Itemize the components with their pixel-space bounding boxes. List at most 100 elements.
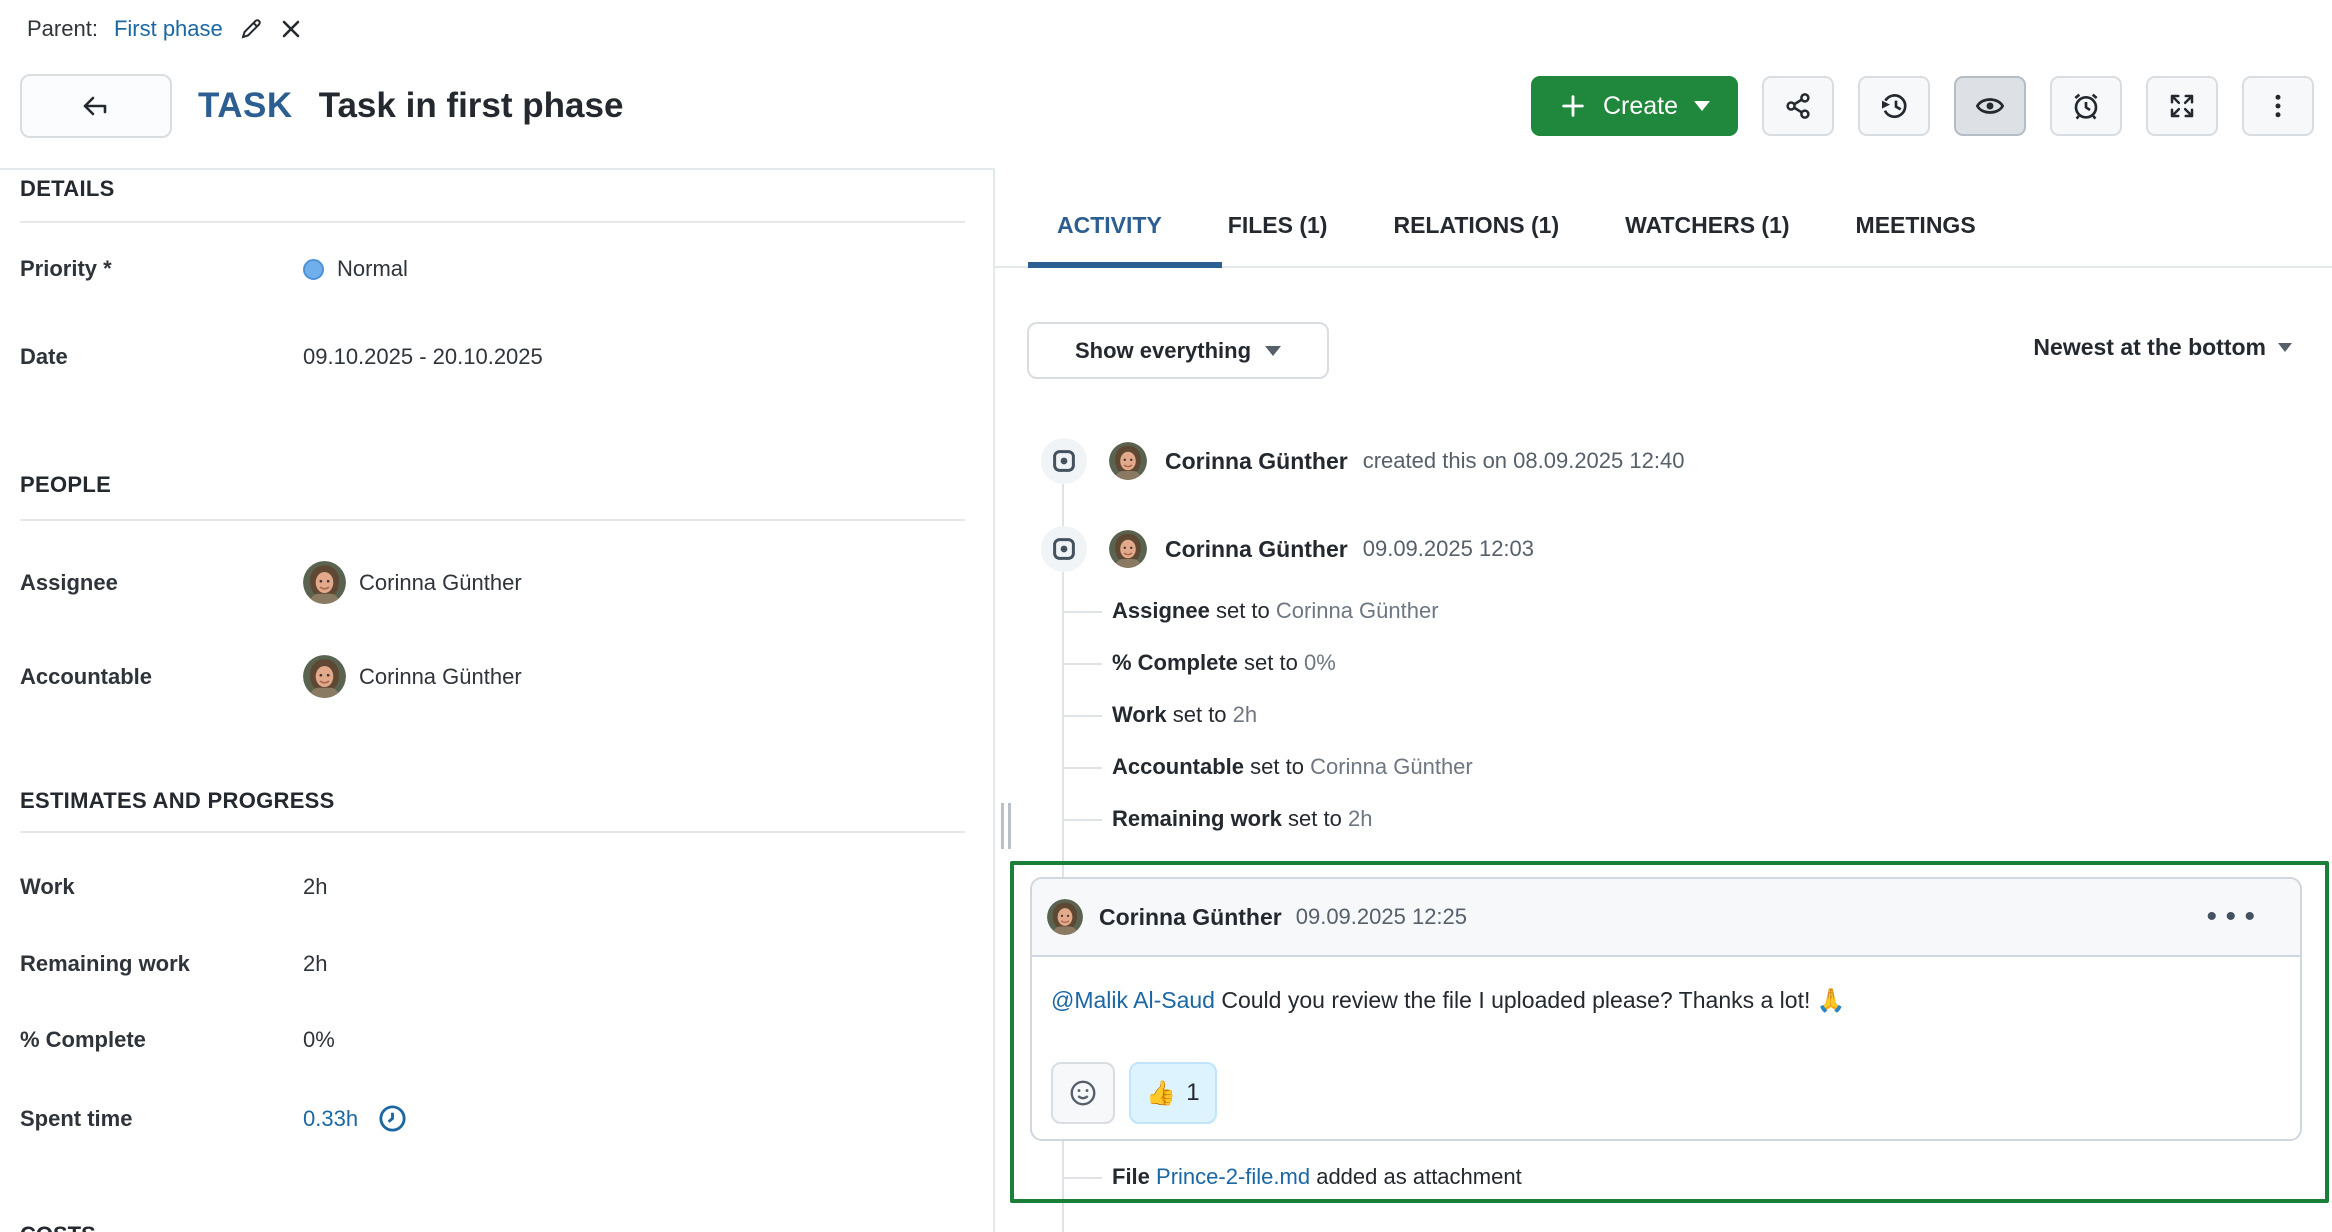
comment-timestamp: 09.09.2025 12:25 — [1296, 904, 1467, 930]
percent-complete-value[interactable]: 0% — [303, 1027, 335, 1053]
left-panel-top-border — [0, 168, 993, 170]
tab-meetings[interactable]: MEETINGS — [1856, 203, 1976, 247]
timeline-tick — [1062, 663, 1102, 665]
attachment-file-link[interactable]: Prince-2-file.md — [1156, 1164, 1310, 1189]
date-label: Date — [20, 344, 303, 370]
activity-author: Corinna Günther — [1165, 536, 1348, 563]
remaining-work-label: Remaining work — [20, 951, 303, 977]
work-value[interactable]: 2h — [303, 874, 327, 900]
baseline-comparison-button[interactable] — [1858, 76, 1930, 136]
accountable-value[interactable]: Corinna Günther — [303, 655, 522, 698]
section-title-costs: COSTS — [20, 1222, 96, 1232]
divider — [20, 831, 965, 833]
remove-parent-button[interactable] — [279, 17, 303, 41]
avatar — [303, 655, 346, 698]
section-title-estimates: ESTIMATES AND PROGRESS — [20, 788, 335, 814]
panel-divider — [993, 168, 995, 1232]
more-actions-button[interactable] — [2242, 76, 2314, 136]
work-package-page: Parent: First phase — [0, 0, 2332, 1232]
work-row: Work 2h — [20, 874, 327, 900]
edit-parent-button[interactable] — [239, 17, 263, 41]
spent-time-link[interactable]: 0.33h — [303, 1106, 358, 1132]
priority-label: Priority * — [20, 256, 303, 282]
pencil-icon — [239, 17, 263, 41]
alarm-clock-icon — [2070, 90, 2102, 122]
activity-entry-update: Corinna Günther 09.09.2025 12:03 — [1041, 526, 1534, 572]
comment-text: Could you review the file I uploaded ple… — [1221, 987, 1845, 1013]
work-label: Work — [20, 874, 303, 900]
accountable-row: Accountable Corinna Günther — [20, 655, 522, 698]
chevron-down-icon — [1265, 346, 1281, 356]
change-item: Work set to 2h — [1112, 702, 1257, 728]
assignee-value[interactable]: Corinna Günther — [303, 561, 522, 604]
change-item: Assignee set to Corinna Günther — [1112, 598, 1439, 624]
work-package-header: TASK Task in first phase Create — [20, 75, 2314, 137]
add-reaction-button[interactable] — [1051, 1062, 1115, 1124]
comment-body: @Malik Al-Saud Could you review the file… — [1032, 957, 2300, 1014]
activity-sort-dropdown[interactable]: Newest at the bottom — [2033, 334, 2292, 361]
assignee-row: Assignee Corinna Günther — [20, 561, 522, 604]
activity-filter-dropdown[interactable]: Show everything — [1027, 322, 1329, 379]
spent-time-label: Spent time — [20, 1106, 303, 1132]
comment-more-button[interactable]: • • • — [2200, 901, 2264, 933]
eye-icon — [1974, 90, 2006, 122]
reminder-button[interactable] — [2050, 76, 2122, 136]
history-clock-icon — [1878, 90, 1910, 122]
fullscreen-button[interactable] — [2146, 76, 2218, 136]
change-item: Accountable set to Corinna Günther — [1112, 754, 1473, 780]
watch-button[interactable] — [1954, 76, 2026, 136]
date-value[interactable]: 09.10.2025 - 20.10.2025 — [303, 344, 543, 370]
activity-meta: created this on 08.09.2025 12:40 — [1363, 448, 1685, 474]
avatar — [1047, 899, 1083, 935]
chevron-down-icon — [1694, 101, 1710, 111]
thumbs-up-emoji: 👍 — [1146, 1079, 1176, 1108]
remaining-work-value[interactable]: 2h — [303, 951, 327, 977]
thumbs-up-reaction-button[interactable]: 👍 1 — [1129, 1062, 1217, 1124]
chevron-down-icon — [2278, 343, 2292, 352]
change-item: Remaining work set to 2h — [1112, 806, 1372, 832]
tab-watchers[interactable]: WATCHERS (1) — [1625, 203, 1789, 247]
panel-resize-handle[interactable] — [1001, 803, 1011, 849]
change-marker-icon — [1041, 526, 1087, 572]
section-title-people: PEOPLE — [20, 472, 111, 498]
percent-complete-label: % Complete — [20, 1027, 303, 1053]
priority-dot-icon — [303, 259, 324, 280]
share-button[interactable] — [1762, 76, 1834, 136]
reaction-count: 1 — [1186, 1079, 1199, 1107]
timeline-tick — [1062, 715, 1102, 717]
tab-activity[interactable]: ACTIVITY — [1057, 203, 1162, 247]
user-mention-link[interactable]: @Malik Al-Saud — [1051, 987, 1215, 1013]
create-button[interactable]: Create — [1531, 76, 1738, 136]
timeline-tick — [1062, 819, 1102, 821]
fullscreen-icon — [2167, 91, 2197, 121]
parent-link[interactable]: First phase — [114, 16, 223, 42]
breadcrumb: Parent: First phase — [27, 16, 303, 42]
comment-card: Corinna Günther 09.09.2025 12:25 • • • @… — [1030, 877, 2302, 1141]
back-button[interactable] — [20, 74, 172, 138]
share-icon — [1783, 91, 1813, 121]
priority-value[interactable]: Normal — [303, 256, 408, 282]
change-marker-icon — [1041, 438, 1087, 484]
tab-files[interactable]: FILES (1) — [1228, 203, 1328, 247]
detail-tabs: ACTIVITY FILES (1) RELATIONS (1) WATCHER… — [1057, 203, 1976, 247]
work-package-type: TASK — [198, 86, 293, 126]
timeline-tick — [1062, 611, 1102, 613]
log-time-clock-icon[interactable] — [377, 1103, 408, 1134]
plus-icon — [1559, 92, 1587, 120]
activity-entry-created: Corinna Günther created this on 08.09.20… — [1041, 438, 1684, 484]
avatar — [1109, 442, 1147, 480]
activity-author: Corinna Günther — [1165, 448, 1348, 475]
tab-relations[interactable]: RELATIONS (1) — [1393, 203, 1559, 247]
activity-meta: 09.09.2025 12:03 — [1363, 536, 1534, 562]
divider — [20, 221, 965, 223]
page-title: Task in first phase — [319, 86, 624, 126]
timeline-tick — [1062, 767, 1102, 769]
accountable-label: Accountable — [20, 664, 303, 690]
date-row: Date 09.10.2025 - 20.10.2025 — [20, 344, 543, 370]
smiley-icon — [1068, 1078, 1098, 1108]
divider — [20, 519, 965, 521]
priority-row: Priority * Normal — [20, 256, 408, 282]
ellipsis-icon: • • • — [2206, 900, 2258, 933]
reaction-bar: 👍 1 — [1051, 1062, 1217, 1124]
comment-author: Corinna Günther — [1099, 904, 1282, 931]
